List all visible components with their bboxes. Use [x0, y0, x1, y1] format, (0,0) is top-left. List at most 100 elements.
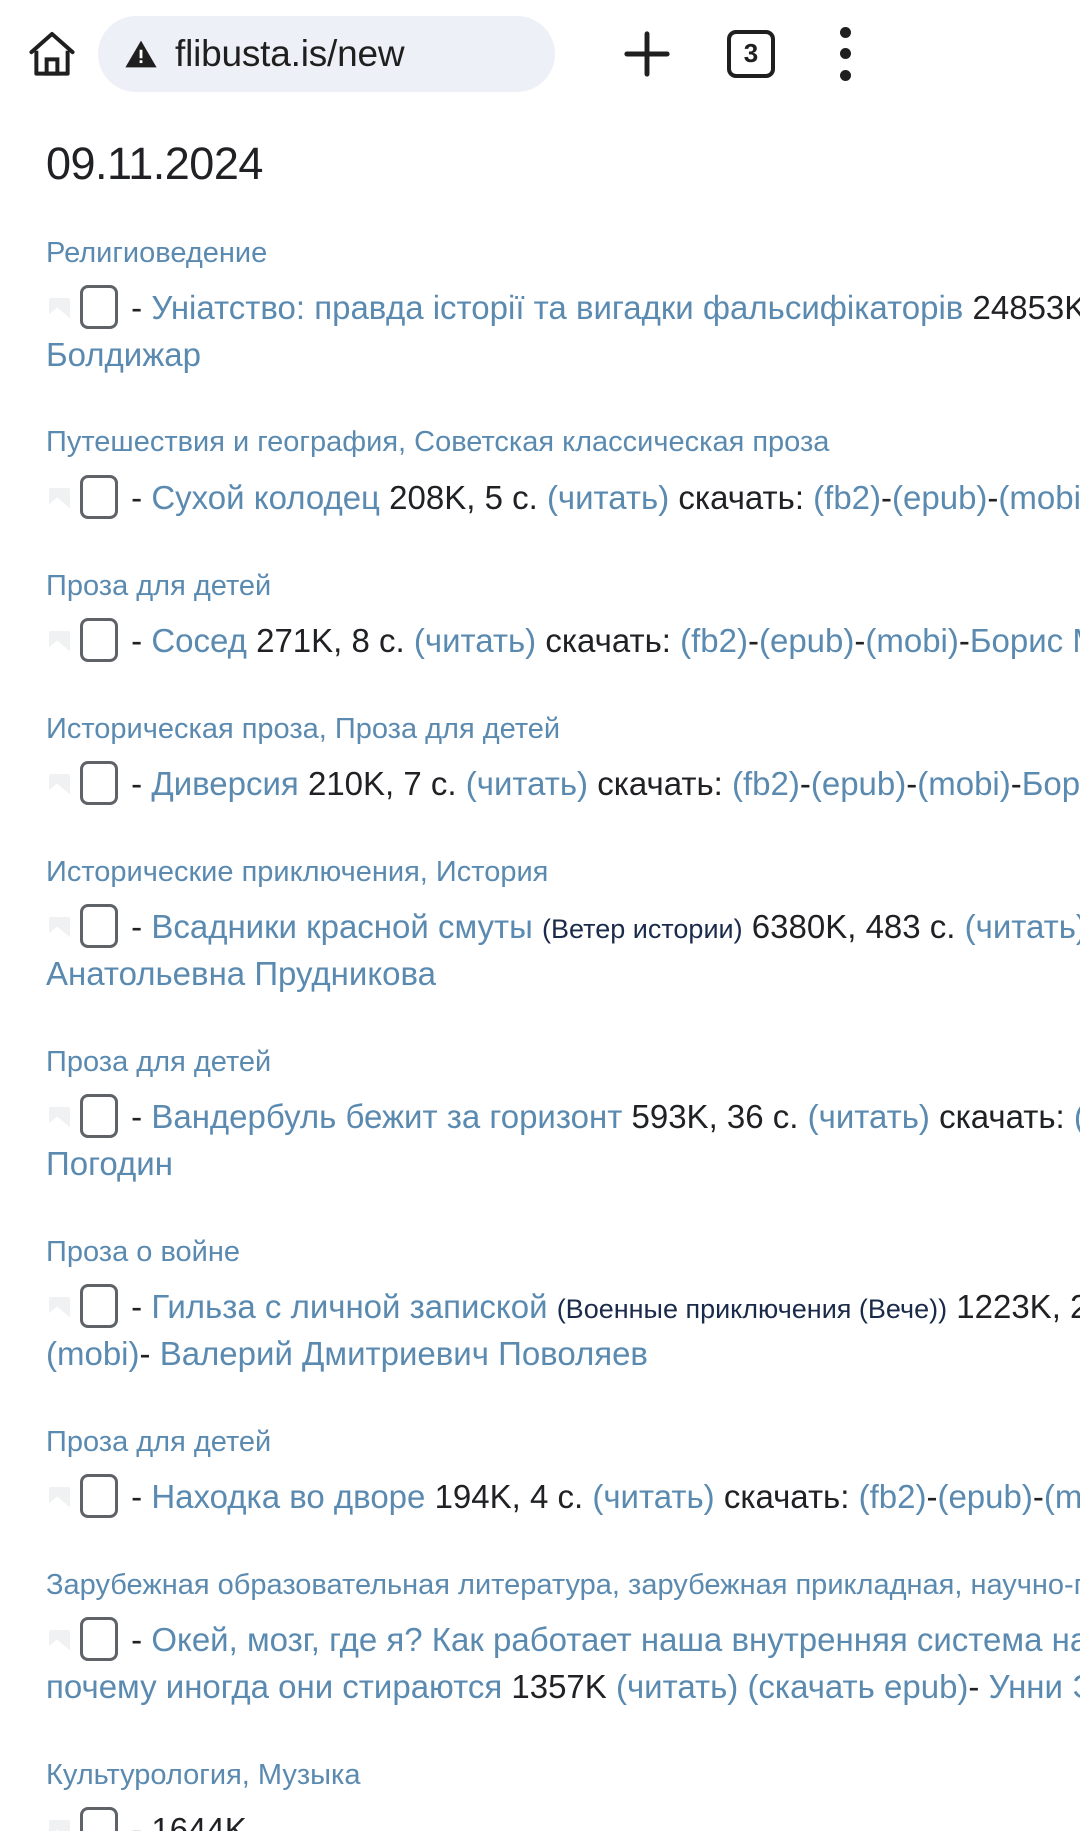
entry-mobi-link[interactable]: (mobi) [998, 479, 1080, 516]
entry-dash: - [131, 1477, 143, 1515]
entry-epub-link[interactable]: (epub) [937, 1478, 1032, 1515]
broken-image-icon [46, 1817, 72, 1831]
entry-dash: - [131, 1098, 143, 1136]
plus-icon [624, 30, 670, 77]
entry-dash: - [131, 621, 143, 659]
entry-category[interactable]: Историческая проза, Проза для детей [46, 711, 1080, 747]
entry-title-link[interactable]: Сухой колодец [151, 479, 380, 516]
entry-checkbox[interactable] [80, 1283, 118, 1328]
new-tab-button[interactable] [612, 19, 682, 89]
entry-read-link[interactable]: (читать) [414, 622, 536, 659]
entry-title-link[interactable]: Гильза с личной запиской [151, 1288, 547, 1325]
entry-category[interactable]: Культурология, Музыка [46, 1757, 1080, 1793]
entry-checkbox[interactable] [80, 1094, 118, 1139]
entry-read-link[interactable]: (читать) [808, 1098, 930, 1135]
entry-mobi-link[interactable]: (mobi) [1044, 1478, 1080, 1515]
entry-title-link[interactable]: Сосед [151, 622, 247, 659]
entry-row: - Вандербуль бежит за горизонт 593K, 36 … [46, 1094, 1080, 1188]
entry-size: 1223K [956, 1287, 1052, 1325]
entry-mobi-link[interactable]: (mobi) [865, 622, 959, 659]
entry-checkbox[interactable] [80, 904, 118, 949]
browser-menu-button[interactable] [821, 23, 869, 85]
entry-checkbox[interactable] [80, 474, 118, 519]
entry-pages: 5 с. [484, 478, 538, 516]
entry-title-link[interactable]: Уніатство: правда історії та вигадки фал… [151, 289, 963, 326]
entry-checkbox[interactable] [80, 760, 118, 805]
entry-read-link[interactable]: (читать) [466, 765, 588, 802]
entry-pages: 36 с. [726, 1098, 799, 1136]
entry-row: - Сосед 271K, 8 с. (читать) скачать: (fb… [46, 617, 1080, 665]
entry-category[interactable]: Путешествия и география, Советская класс… [46, 424, 1080, 460]
entry-fb2-link[interactable]: (fb2) [732, 765, 800, 802]
entry-author-link[interactable]: Борис Мар [970, 622, 1080, 659]
entry-pages: 4 с. [529, 1477, 584, 1515]
entry-dash: - [131, 1287, 143, 1325]
entry-title-link[interactable]: Всадники красной смуты [151, 908, 533, 945]
entry-series: (Ветер истории) [542, 914, 743, 945]
entry-size: 1644K [151, 1811, 247, 1831]
entry-fb2-link[interactable]: (fb2) [1074, 1098, 1080, 1135]
entry-author-link[interactable]: Валерий Дмитриевич Поволяев [160, 1335, 648, 1372]
page-title: 09.11.2024 [46, 138, 263, 189]
entry-category[interactable]: Исторические приключения, История [46, 854, 1080, 890]
entry-category[interactable]: Проза для детей [46, 1424, 1080, 1460]
entry-checkbox[interactable] [80, 284, 118, 329]
entry-fb2-link[interactable]: (fb2) [680, 622, 748, 659]
entry-checkbox[interactable] [80, 1617, 118, 1662]
entry-size: 194K [434, 1477, 512, 1515]
entry-pages: 8 с. [351, 621, 405, 659]
menu-dot-3 [839, 69, 851, 81]
menu-dot-2 [839, 48, 851, 59]
entry-epub-link[interactable]: (epub) [811, 765, 906, 802]
broken-image-icon [46, 485, 72, 515]
entry-size: 210K [307, 764, 386, 802]
entry-size: 208K [389, 478, 467, 516]
list-item: Проза для детей - Вандербуль бежит за го… [46, 1044, 1080, 1188]
entry-title-link[interactable]: Диверсия [151, 765, 298, 802]
entry-author-link[interactable]: Унни Эйкесет [989, 1668, 1080, 1705]
entry-checkbox[interactable] [80, 617, 118, 662]
entry-checkbox[interactable] [80, 1807, 118, 1831]
entry-category[interactable]: Религиоведение [46, 235, 1080, 271]
home-button[interactable] [14, 16, 90, 92]
entry-epub-link[interactable]: (epub) [759, 622, 854, 659]
entry-category[interactable]: Проза для детей [46, 1044, 1080, 1080]
entry-mobi-link[interactable]: (mobi) [46, 1335, 140, 1372]
list-item: Зарубежная образовательная литература, з… [46, 1567, 1080, 1711]
entry-author-link[interactable]: Болдижар [46, 336, 201, 373]
entry-title-link[interactable]: Находка во дворе [151, 1478, 425, 1515]
entry-download-label: скачать: [723, 1477, 850, 1515]
warning-triangle-icon[interactable] [124, 37, 158, 71]
entry-checkbox[interactable] [80, 1473, 118, 1518]
entry-dash: - [131, 764, 143, 802]
entry-title-link-wrap[interactable]: почему иногда они стираются [46, 1668, 502, 1705]
entry-size: 6380K [751, 908, 848, 946]
broken-image-icon [46, 914, 72, 944]
entry-row: - Всадники красной смуты (Ветер истории)… [46, 904, 1080, 998]
entry-title-link[interactable]: Вандербуль бежит за горизонт [151, 1098, 622, 1135]
broken-image-icon [46, 628, 72, 658]
entry-title-link[interactable]: Окей, мозг, где я? Как работает наша вну… [151, 1621, 1080, 1658]
entry-pages: 216 с [1070, 1287, 1080, 1325]
entry-read-link[interactable]: (читать) [547, 479, 669, 516]
entry-category[interactable]: Зарубежная образовательная литература, з… [46, 1567, 1080, 1603]
tab-switcher-button[interactable]: 3 [727, 29, 775, 78]
entry-fb2-link[interactable]: (fb2) [859, 1478, 927, 1515]
entry-author-link[interactable]: Борис М [1022, 765, 1080, 802]
entry-epub-link[interactable]: (epub) [892, 479, 987, 516]
entry-mobi-link[interactable]: (mobi) [917, 765, 1011, 802]
entry-fb2-link[interactable]: (fb2) [813, 479, 881, 516]
list-item: Проза для детей - Сосед 271K, 8 с. (чита… [46, 568, 1080, 665]
entry-read-link[interactable]: (читать) [592, 1478, 714, 1515]
entry-category[interactable]: Проза для детей [46, 568, 1080, 604]
entry-download-epub-link[interactable]: (скачать epub) [747, 1668, 968, 1705]
page-viewport[interactable]: 09.11.2024 Религиоведение - Уніатство: п… [0, 107, 1080, 1831]
url-bar[interactable]: flibusta.is/new [98, 15, 555, 92]
entry-read-link[interactable]: (читать) [965, 908, 1080, 945]
entry-download-label: скачать: [597, 764, 723, 802]
entry-category[interactable]: Проза о войне [46, 1234, 1080, 1270]
entry-author-link[interactable]: Анатольевна Прудникова [46, 955, 436, 992]
broken-image-icon [46, 295, 72, 325]
entry-author-link[interactable]: Погодин [46, 1145, 173, 1182]
entry-read-link[interactable]: (читать) [616, 1668, 738, 1705]
